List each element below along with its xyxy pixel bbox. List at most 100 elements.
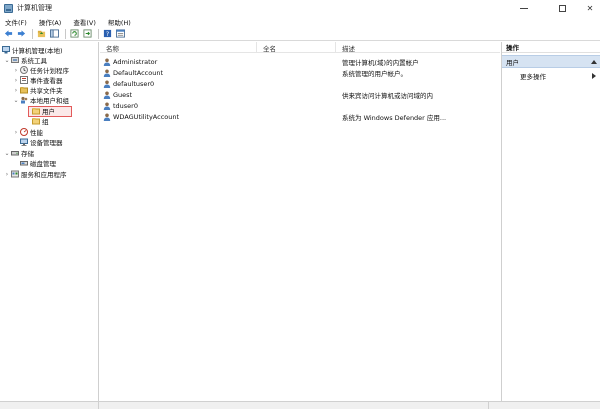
table-row[interactable]: tduser0 (100, 101, 500, 111)
chevron-right-icon[interactable]: › (13, 86, 19, 94)
column-header-fullname[interactable]: 全名 (257, 42, 336, 53)
menu-file[interactable]: 文件(F) (5, 17, 27, 27)
console-tree: 计算机管理(本地) ⌄ 系统工具 › 任务计划程序 › 事件查看器 › 共享文件… (0, 42, 99, 401)
user-icon (103, 58, 111, 66)
services-icon (11, 170, 19, 178)
tree-item-storage[interactable]: ⌄ 存储 (4, 148, 34, 159)
users-groups-icon (20, 96, 28, 104)
column-header-name[interactable]: 名称 (100, 42, 257, 53)
help-icon: ? (103, 29, 111, 38)
user-description (342, 101, 497, 111)
table-row[interactable]: defaultuser0 (100, 79, 500, 89)
toolbar-separator (98, 28, 99, 39)
table-row[interactable]: WDAGUtilityAccount 系统为 Windows Defender … (100, 112, 500, 122)
table-row[interactable]: Administrator 管理计算机(域)的内置帐户 (100, 57, 500, 67)
up-folder-icon (37, 30, 45, 38)
user-description: 供来宾访问计算机或访问域的内 (342, 92, 433, 100)
tree-item-task-scheduler[interactable]: › 任务计划程序 (13, 65, 69, 75)
user-description (342, 79, 497, 89)
maximize-button[interactable] (547, 0, 577, 16)
chevron-right-icon[interactable]: › (13, 128, 19, 136)
status-bar (0, 401, 600, 409)
chevron-right-icon[interactable]: › (4, 170, 10, 178)
more-actions-item[interactable]: 更多操作 (520, 71, 598, 81)
tree-item-label: 系统工具 (21, 57, 47, 65)
tree-item-system-tools[interactable]: ⌄ 系统工具 (4, 55, 47, 66)
list-header: 名称 全名 描述 (100, 42, 500, 53)
actions-section-users[interactable]: 用户 (502, 55, 600, 68)
user-name-cell: DefaultAccount (103, 68, 253, 78)
show-hide-tree-icon (49, 29, 59, 38)
disk-management-icon (20, 159, 28, 167)
tree-item-label: 磁盘管理 (30, 160, 56, 168)
device-manager-icon (20, 138, 28, 146)
tree-item-disk-management[interactable]: 磁盘管理 (20, 158, 56, 168)
menu-help[interactable]: 帮助(H) (108, 17, 131, 27)
shared-folder-icon (20, 86, 28, 94)
user-icon (103, 102, 111, 110)
tree-item-event-viewer[interactable]: › 事件查看器 (13, 75, 63, 85)
chevron-right-icon[interactable]: › (13, 66, 19, 74)
tree-item-shared-folders[interactable]: › 共享文件夹 (13, 85, 63, 96)
user-description: 管理计算机(域)的内置帐户 (342, 59, 419, 67)
tree-item-computer-management[interactable]: 计算机管理(本地) (2, 45, 63, 55)
tree-item-label: 服务和应用程序 (21, 171, 67, 179)
window-title: 计算机管理 (17, 4, 52, 12)
computer-management-icon (4, 3, 13, 13)
chevron-right-icon[interactable]: › (13, 76, 19, 84)
back-icon (4, 30, 12, 37)
tree-item-label: 存储 (21, 150, 34, 158)
help-button[interactable]: ? (102, 29, 112, 39)
user-fullname (263, 112, 333, 122)
tree-item-services-applications[interactable]: › 服务和应用程序 (4, 169, 67, 179)
up-folder-button[interactable] (36, 29, 46, 39)
properties-button[interactable] (115, 29, 125, 39)
tree-item-label: 性能 (30, 129, 43, 137)
forward-button[interactable] (16, 29, 26, 39)
user-fullname (263, 57, 333, 67)
minimize-button[interactable] (509, 0, 539, 16)
tree-item-performance[interactable]: › 性能 (13, 127, 43, 137)
tree-item-label: 组 (42, 118, 49, 126)
tree-item-groups[interactable]: 组 (32, 116, 49, 126)
table-row[interactable]: DefaultAccount 系统管理的用户帐户。 (100, 68, 500, 78)
column-header-description[interactable]: 描述 (336, 42, 500, 53)
tree-item-local-users-groups[interactable]: ⌄ 本地用户和组 (13, 95, 69, 106)
chevron-down-icon[interactable]: ⌄ (4, 56, 10, 64)
back-button[interactable] (3, 29, 13, 39)
user-description: 系统为 Windows Defender 应用... (342, 114, 447, 122)
folder-icon (32, 117, 40, 125)
export-button[interactable] (82, 29, 92, 39)
tree-item-label: 计算机管理(本地) (12, 47, 63, 55)
collapse-up-icon[interactable] (591, 60, 597, 64)
minimize-icon (520, 7, 528, 9)
event-viewer-icon (20, 76, 28, 84)
tree-item-users[interactable]: 用户 (32, 106, 55, 116)
table-row[interactable]: Guest 供来宾访问计算机或访问域的内 (100, 90, 500, 100)
tools-icon (11, 56, 19, 64)
user-icon (103, 113, 111, 121)
tree-item-device-manager[interactable]: 设备管理器 (20, 137, 63, 147)
forward-icon (17, 30, 25, 37)
close-button[interactable]: ✕ (575, 0, 600, 16)
menu-action[interactable]: 操作(A) (39, 17, 62, 27)
user-fullname (263, 68, 333, 78)
show-hide-tree-button[interactable] (49, 29, 59, 39)
menu-view[interactable]: 查看(V) (73, 17, 96, 27)
chevron-down-icon[interactable]: ⌄ (13, 96, 19, 104)
toolbar: ? (0, 27, 600, 41)
refresh-icon (69, 29, 79, 38)
maximize-icon (558, 4, 566, 12)
refresh-button[interactable] (69, 29, 79, 39)
user-fullname (263, 79, 333, 89)
computer-management-icon (2, 46, 10, 54)
chevron-down-icon[interactable]: ⌄ (4, 149, 10, 157)
user-description: 系统管理的用户帐户。 (342, 70, 407, 78)
close-icon: ✕ (586, 3, 594, 13)
user-icon (103, 91, 111, 99)
menu-bar: 文件(F) 操作(A) 查看(V) 帮助(H) (0, 16, 600, 27)
user-name: WDAGUtilityAccount (113, 113, 180, 121)
user-icon (103, 69, 111, 77)
chevron-right-icon (592, 73, 596, 79)
tree-item-label: 共享文件夹 (30, 87, 63, 95)
